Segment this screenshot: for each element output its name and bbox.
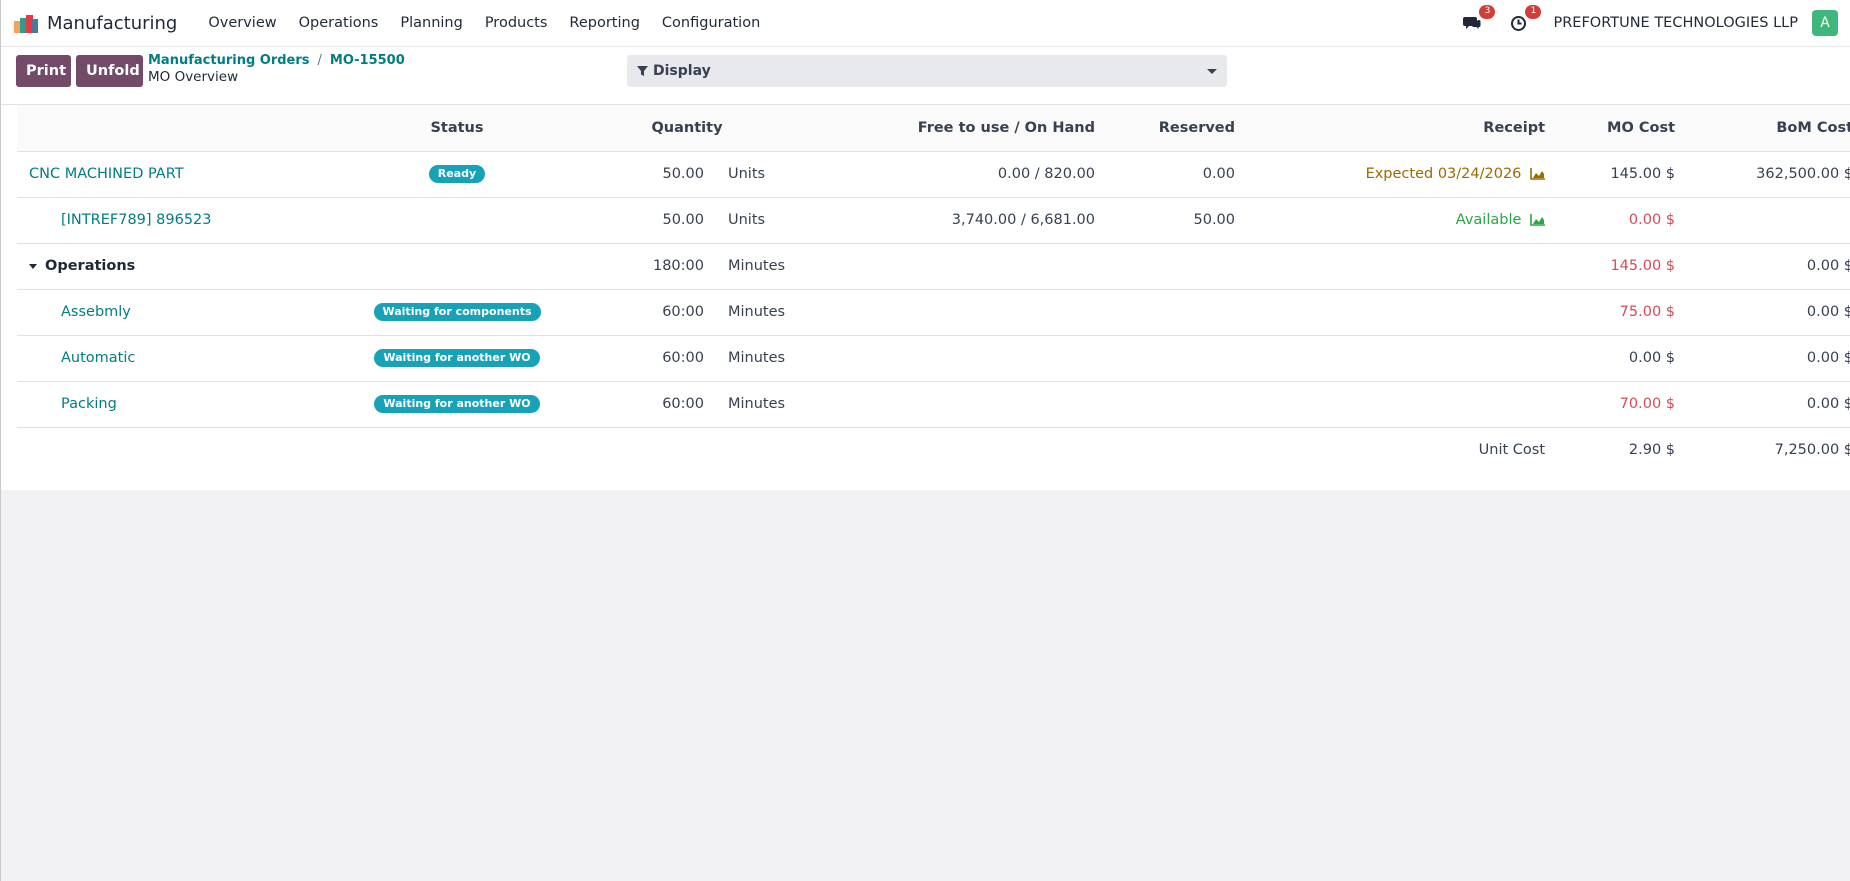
table-row-operation: Automatic Waiting for another WO 60:00 M… xyxy=(17,335,1850,382)
product-link[interactable]: CNC MACHINED PART xyxy=(29,166,184,182)
operation-qty: 60:00 xyxy=(577,289,712,336)
caret-down-icon xyxy=(29,263,37,269)
operations-toggle[interactable]: Operations xyxy=(29,258,135,274)
activity-clock-icon xyxy=(1510,15,1526,31)
operations-qty: 180:00 xyxy=(577,243,712,290)
status-badge: Ready xyxy=(428,165,486,183)
operations-bom-cost: 0.00 $ xyxy=(1687,243,1850,290)
operation-qty: 60:00 xyxy=(577,381,712,428)
product-bom-cost: 362,500.00 $ xyxy=(1687,151,1850,198)
page-title: MO Overview xyxy=(148,69,239,85)
table-row-operation: Assebmly Waiting for components 60:00 Mi… xyxy=(17,289,1850,336)
main-menu: Overview Operations Planning Products Re… xyxy=(197,15,771,31)
product-qty: 50.00 xyxy=(577,151,712,198)
table-row-component: [INTREF789] 896523 50.00 Units 3,740.00 … xyxy=(17,197,1850,244)
menu-operations[interactable]: Operations xyxy=(288,15,390,31)
unfold-button[interactable]: Unfold xyxy=(76,55,143,87)
component-link[interactable]: [INTREF789] 896523 xyxy=(29,212,212,228)
component-uom: Units xyxy=(712,197,798,244)
breadcrumb-manufacturing-orders[interactable]: Manufacturing Orders xyxy=(148,53,310,68)
header-receipt: Receipt xyxy=(1247,105,1558,152)
operation-uom: Minutes xyxy=(712,381,798,428)
table-row-operations-header: Operations 180:00 Minutes 145.00 $ 0.00 … xyxy=(17,243,1850,290)
operation-link-assembly[interactable]: Assebmly xyxy=(29,304,131,320)
header-reserved: Reserved xyxy=(1107,105,1248,152)
mo-overview-panel: Status Quantity Free to use / On Hand Re… xyxy=(1,105,1850,490)
product-uom: Units xyxy=(712,151,798,198)
header-quantity: Quantity xyxy=(577,105,798,152)
print-button[interactable]: Print xyxy=(16,55,71,87)
company-switcher[interactable]: PREFORTUNE TECHNOLOGIES LLP xyxy=(1553,15,1798,31)
navbar-systray: 3 1 PREFORTUNE TECHNOLOGIES LLP A xyxy=(1461,5,1838,36)
header-mo-cost: MO Cost xyxy=(1557,105,1688,152)
unit-cost-label: Unit Cost xyxy=(1478,442,1546,459)
manufacturing-logo-icon xyxy=(14,15,38,33)
component-free-on-hand: 3,740.00 / 6,681.00 xyxy=(797,197,1108,244)
header-bom-cost: BoM Cost xyxy=(1687,105,1850,152)
app-name: Manufacturing xyxy=(47,12,178,34)
operation-qty: 60:00 xyxy=(577,335,712,382)
operation-uom: Minutes xyxy=(712,335,798,382)
operation-uom: Minutes xyxy=(712,289,798,336)
status-badge: Waiting for another WO xyxy=(374,349,540,367)
component-qty: 50.00 xyxy=(577,197,712,244)
table-row-unit-cost: Unit Cost 2.90 $ 7,250.00 $ xyxy=(17,427,1850,473)
operation-bom-cost: 0.00 $ xyxy=(1687,381,1850,428)
operations-uom: Minutes xyxy=(712,243,798,290)
display-dropdown[interactable]: Display xyxy=(627,55,1227,87)
table-row-product: CNC MACHINED PART Ready 50.00 Units 0.00… xyxy=(17,151,1850,198)
header-free-on-hand: Free to use / On Hand xyxy=(797,105,1108,152)
operation-mo-cost: 70.00 $ xyxy=(1557,381,1688,428)
operation-link-packing[interactable]: Packing xyxy=(29,396,117,412)
product-mo-cost: 145.00 $ xyxy=(1557,151,1688,198)
operation-mo-cost: 0.00 $ xyxy=(1557,335,1688,382)
product-receipt[interactable]: Expected 03/24/2026 xyxy=(1247,151,1558,198)
breadcrumb-record[interactable]: MO-15500 xyxy=(330,53,405,68)
operations-mo-cost: 145.00 $ xyxy=(1557,243,1688,290)
messages-badge: 3 xyxy=(1479,5,1496,19)
app-window: Manufacturing Overview Operations Planni… xyxy=(0,0,1850,881)
menu-reporting[interactable]: Reporting xyxy=(558,15,651,31)
operations-label: Operations xyxy=(45,258,136,274)
menu-configuration[interactable]: Configuration xyxy=(651,15,771,31)
component-mo-cost: 0.00 $ xyxy=(1557,197,1688,244)
product-receipt-text: Expected 03/24/2026 xyxy=(1365,166,1522,182)
area-chart-icon[interactable] xyxy=(1530,168,1546,180)
breadcrumb-separator: / xyxy=(317,53,322,68)
menu-products[interactable]: Products xyxy=(474,15,559,31)
area-chart-icon[interactable] xyxy=(1530,214,1546,226)
menu-planning[interactable]: Planning xyxy=(389,15,473,31)
filter-icon xyxy=(637,65,648,76)
menu-overview[interactable]: Overview xyxy=(197,15,287,31)
control-panel: Print Unfold Manufacturing Orders / MO-155… xyxy=(1,47,1850,105)
status-badge: Waiting for another WO xyxy=(374,395,540,413)
breadcrumb: Manufacturing Orders / MO-15500 MO Overvie… xyxy=(148,53,405,85)
table-header-row: Status Quantity Free to use / On Hand Re… xyxy=(17,105,1850,152)
operation-bom-cost: 0.00 $ xyxy=(1687,289,1850,336)
table-row-operation: Packing Waiting for another WO 60:00 Min… xyxy=(17,381,1850,428)
operation-mo-cost: 75.00 $ xyxy=(1557,289,1688,336)
unit-cost-bom: 7,250.00 $ xyxy=(1774,442,1850,459)
chat-icon xyxy=(1463,17,1481,29)
unit-cost-mo: 2.90 $ xyxy=(1628,442,1676,459)
product-reserved: 0.00 xyxy=(1107,151,1248,198)
display-label: Display xyxy=(653,63,711,79)
component-receipt-text: Available xyxy=(1455,212,1522,228)
component-receipt[interactable]: Available xyxy=(1247,197,1558,244)
mo-overview-table: Status Quantity Free to use / On Hand Re… xyxy=(17,105,1850,473)
header-product xyxy=(17,105,337,152)
app-brand[interactable]: Manufacturing xyxy=(13,13,177,34)
top-navbar: Manufacturing Overview Operations Planni… xyxy=(1,0,1850,47)
product-free-on-hand: 0.00 / 820.00 xyxy=(797,151,1108,198)
status-badge: Waiting for components xyxy=(373,303,541,321)
operation-bom-cost: 0.00 $ xyxy=(1687,335,1850,382)
operation-link-automatic[interactable]: Automatic xyxy=(29,350,135,366)
messages-button[interactable]: 3 xyxy=(1461,5,1496,34)
header-status: Status xyxy=(337,105,577,152)
avatar[interactable]: A xyxy=(1812,10,1838,36)
activities-badge: 1 xyxy=(1525,5,1542,19)
chevron-down-icon xyxy=(1207,68,1217,74)
activities-button[interactable]: 1 xyxy=(1507,5,1542,34)
component-reserved: 50.00 xyxy=(1107,197,1248,244)
